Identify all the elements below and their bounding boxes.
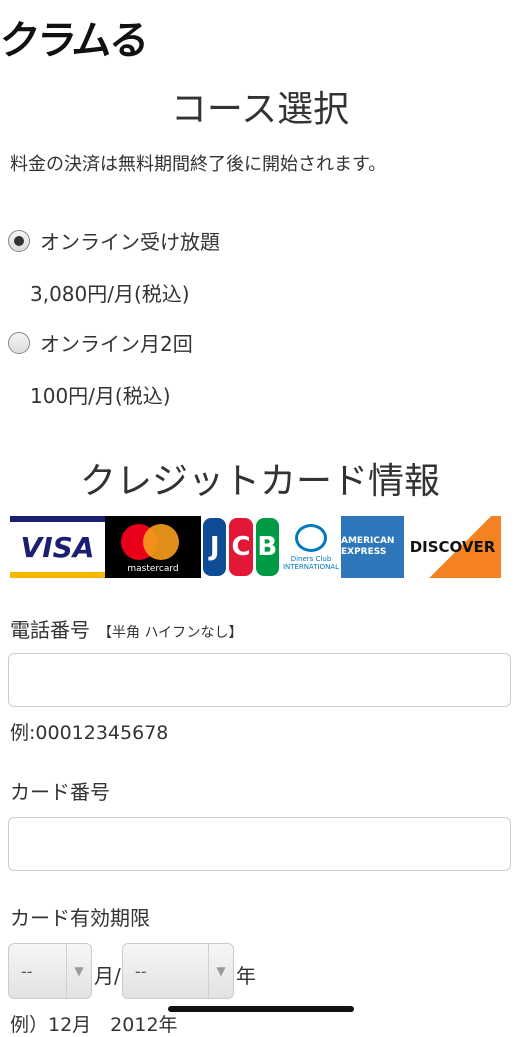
card-number-input[interactable] [8,817,511,871]
card-section-title: クレジットカード情報 [79,461,440,502]
phone-label: 電話番号 【半角 ハイフンなし】 [10,618,243,642]
chevron-down-icon: ▼ [208,944,233,998]
month-unit: 月/ [94,964,121,988]
course-option-twice-monthly[interactable]: オンライン月2回 [8,328,193,357]
brand-logo: クラムる [0,18,149,64]
card-number-label: カード番号 [10,780,110,804]
chevron-down-icon: ▼ [66,944,91,998]
home-indicator[interactable] [168,1006,354,1012]
expiry-year-select[interactable]: -- ▼ [122,943,234,999]
year-unit: 年 [236,964,256,988]
course-option-unlimited[interactable]: オンライン受け放題 [8,226,220,255]
expiry-label: カード有効期限 [10,906,150,930]
jcb-logo: JCB [201,516,281,578]
expiry-month-select[interactable]: -- ▼ [8,943,92,999]
phone-example: 例:00012345678 [10,722,169,744]
visa-logo: VISA [10,516,105,578]
radio-unselected-icon[interactable] [8,331,30,354]
course-price: 100円/月(税込) [30,384,171,408]
course-option-label: オンライン受け放題 [40,230,220,254]
course-price: 3,080円/月(税込) [30,282,190,306]
course-option-label: オンライン月2回 [40,332,193,356]
diners-club-logo: Diners Club INTERNATIONAL [281,516,341,578]
discover-logo: DISCOVER [404,516,501,578]
amex-logo: AMERICAN EXPRESS [341,516,404,578]
phone-input[interactable] [8,653,511,707]
billing-note: 料金の決済は無料期間終了後に開始されます。 [10,154,387,175]
course-title: コース選択 [170,89,350,130]
mastercard-logo: mastercard [105,516,201,578]
radio-selected-icon[interactable] [8,229,30,252]
card-brand-logos: VISA mastercard JCB Diners Club INTERNAT… [10,516,501,578]
